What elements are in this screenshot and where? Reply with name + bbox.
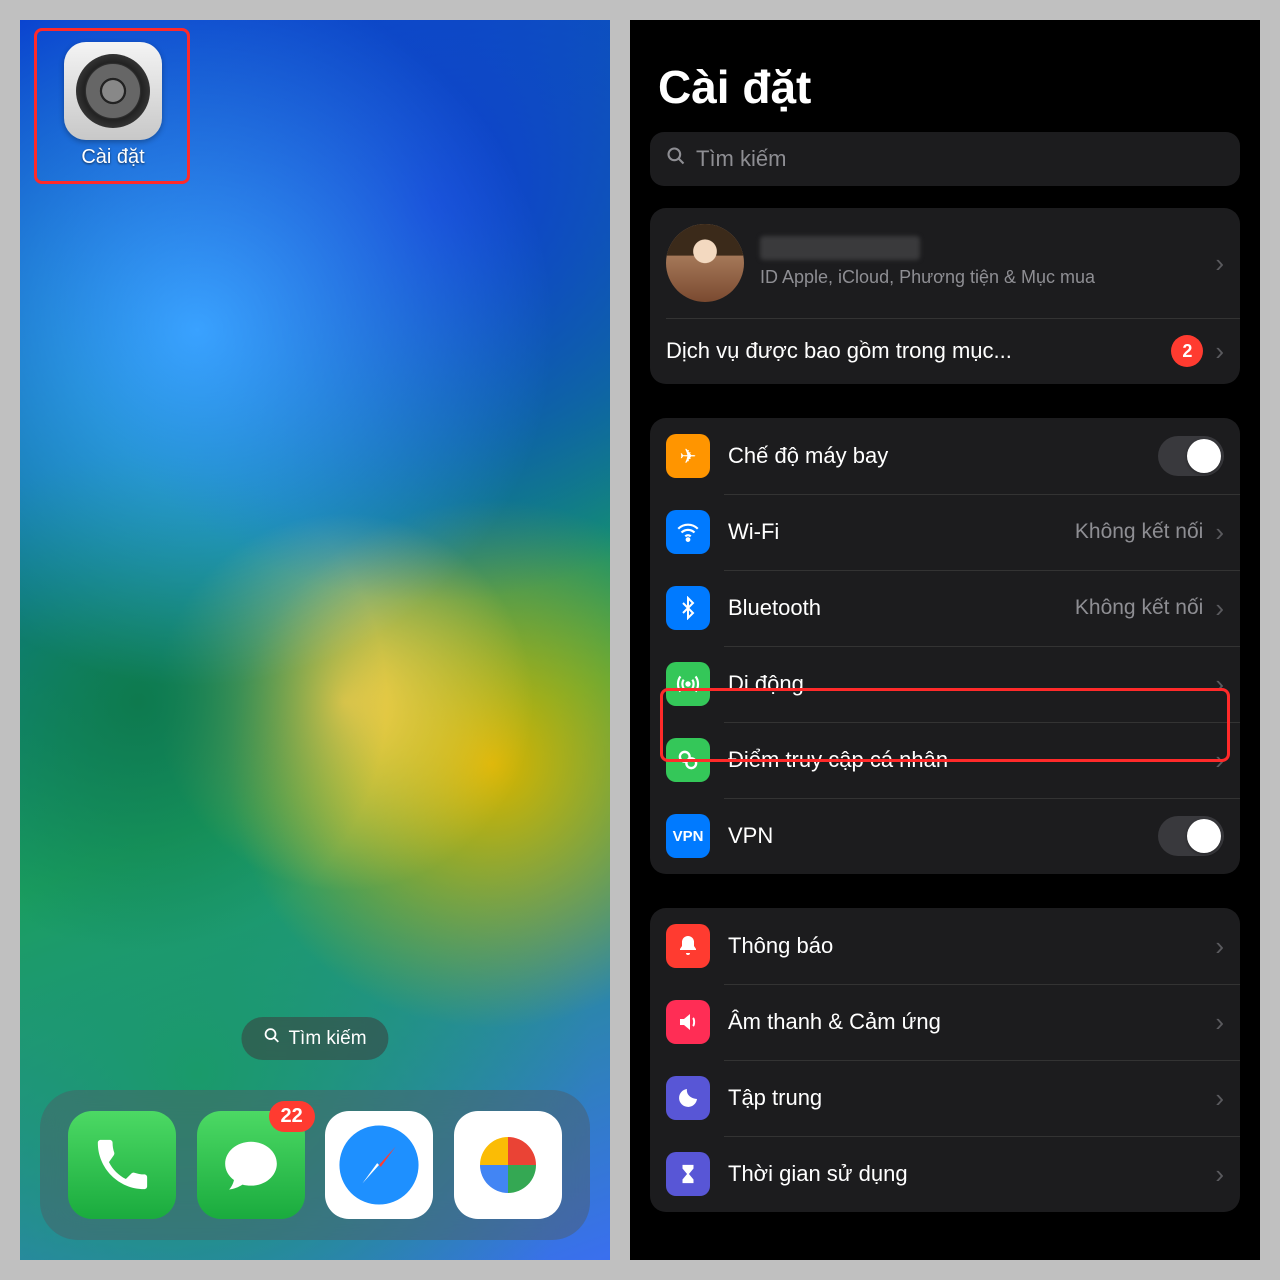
moon-icon [666, 1076, 710, 1120]
settings-app-label: Cài đặt [81, 146, 144, 169]
google-photos-app[interactable] [454, 1111, 562, 1219]
wifi-label: Wi-Fi [728, 519, 779, 545]
profile-group: ID Apple, iCloud, Phương tiện & Mục mua … [650, 208, 1240, 384]
vpn-row[interactable]: VPN VPN [650, 798, 1240, 874]
safari-app[interactable] [325, 1111, 433, 1219]
search-icon [263, 1027, 280, 1050]
search-icon [666, 146, 686, 172]
bluetooth-label: Bluetooth [728, 595, 821, 621]
airplane-label: Chế độ máy bay [728, 443, 888, 469]
sounds-label: Âm thanh & Cảm ứng [728, 1009, 941, 1035]
hotspot-icon [666, 738, 710, 782]
chevron-right-icon: › [1215, 1085, 1224, 1111]
vpn-label: VPN [728, 823, 773, 849]
cellular-label: Di động [728, 671, 804, 697]
avatar [666, 224, 744, 302]
vpn-switch[interactable] [1158, 816, 1224, 856]
airplane-icon: ✈ [666, 434, 710, 478]
chevron-right-icon: › [1215, 933, 1224, 959]
wifi-row[interactable]: Wi-Fi Không kết nối › [650, 494, 1240, 570]
sounds-row[interactable]: Âm thanh & Cảm ứng › [650, 984, 1240, 1060]
screentime-label: Thời gian sử dụng [728, 1161, 908, 1187]
wifi-status: Không kết nối [1075, 520, 1203, 544]
connectivity-group: ✈ Chế độ máy bay Wi-Fi Không kết nối › B… [650, 418, 1240, 874]
wifi-icon [666, 510, 710, 554]
search-placeholder: Tìm kiếm [696, 146, 786, 172]
profile-subtitle: ID Apple, iCloud, Phương tiện & Mục mua [760, 266, 1203, 289]
phone-app[interactable] [68, 1111, 176, 1219]
page-title: Cài đặt [658, 60, 1240, 114]
profile-name-redacted [760, 236, 920, 260]
antenna-icon [666, 662, 710, 706]
subscription-badge: 2 [1171, 335, 1203, 367]
home-screen: Cài đặt Tìm kiếm 22 [20, 20, 610, 1260]
subscription-row[interactable]: Dịch vụ được bao gồm trong mục... 2 › [650, 318, 1240, 384]
notifications-row[interactable]: Thông báo › [650, 908, 1240, 984]
chevron-right-icon: › [1215, 338, 1224, 364]
messages-app[interactable]: 22 [197, 1111, 305, 1219]
cellular-row[interactable]: Di động › [650, 646, 1240, 722]
chevron-right-icon: › [1215, 671, 1224, 697]
bluetooth-icon [666, 586, 710, 630]
chevron-right-icon: › [1215, 1009, 1224, 1035]
vpn-icon: VPN [666, 814, 710, 858]
settings-screen: Cài đặt Tìm kiếm ID Apple, iCloud, Phươn… [630, 20, 1260, 1260]
bluetooth-status: Không kết nối [1075, 596, 1203, 620]
dock: 22 [40, 1090, 590, 1240]
airplane-switch[interactable] [1158, 436, 1224, 476]
chevron-right-icon: › [1215, 595, 1224, 621]
hotspot-row[interactable]: Điểm truy cập cá nhân › [650, 722, 1240, 798]
general-group: Thông báo › Âm thanh & Cảm ứng › Tập tru… [650, 908, 1240, 1212]
subscription-label: Dịch vụ được bao gồm trong mục... [666, 338, 1171, 364]
hourglass-icon [666, 1152, 710, 1196]
hotspot-label: Điểm truy cập cá nhân [728, 747, 948, 773]
chevron-right-icon: › [1215, 747, 1224, 773]
search-input[interactable]: Tìm kiếm [650, 132, 1240, 186]
settings-app[interactable]: Cài đặt [48, 42, 178, 169]
bell-icon [666, 924, 710, 968]
apple-id-row[interactable]: ID Apple, iCloud, Phương tiện & Mục mua … [650, 208, 1240, 318]
chevron-right-icon: › [1215, 1161, 1224, 1187]
focus-label: Tập trung [728, 1085, 822, 1111]
speaker-icon [666, 1000, 710, 1044]
notifications-label: Thông báo [728, 933, 833, 959]
bluetooth-row[interactable]: Bluetooth Không kết nối › [650, 570, 1240, 646]
messages-badge: 22 [269, 1101, 315, 1132]
chevron-right-icon: › [1215, 519, 1224, 545]
chevron-right-icon: › [1215, 250, 1224, 276]
screentime-row[interactable]: Thời gian sử dụng › [650, 1136, 1240, 1212]
airplane-mode-row[interactable]: ✈ Chế độ máy bay [650, 418, 1240, 494]
home-search-pill[interactable]: Tìm kiếm [241, 1017, 388, 1060]
settings-app-icon [64, 42, 162, 140]
focus-row[interactable]: Tập trung › [650, 1060, 1240, 1136]
home-search-label: Tìm kiếm [288, 1028, 366, 1050]
